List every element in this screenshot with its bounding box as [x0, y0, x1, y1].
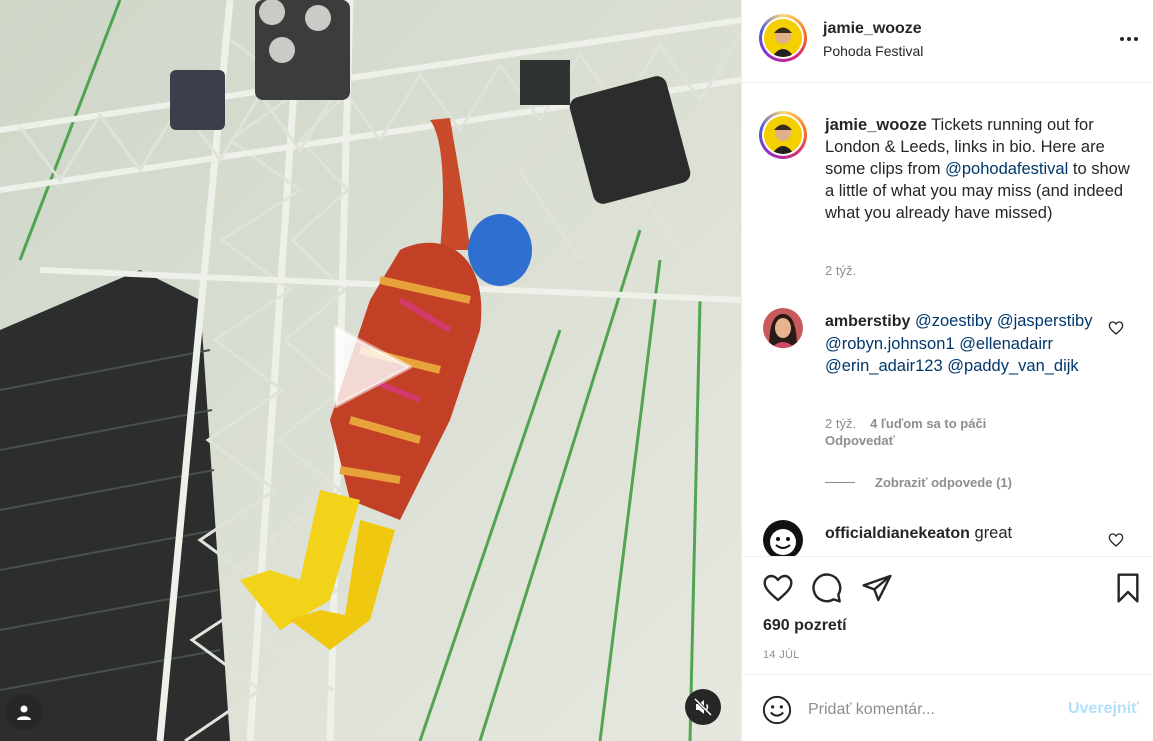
more-options-button[interactable]: [1116, 28, 1142, 50]
caption-text: jamie_wooze Tickets running out for Lond…: [825, 114, 1130, 224]
paper-plane-icon[interactable]: [861, 572, 893, 604]
comment-text: officialdianekeaton great: [825, 522, 1105, 545]
post-sidebar: jamie_wooze Pohoda Festival jamie_wooze …: [741, 0, 1153, 741]
post-video[interactable]: [0, 0, 741, 741]
comment-avatar[interactable]: [763, 308, 803, 348]
comment-likes[interactable]: 4 ľuďom sa to páči: [870, 416, 986, 431]
comment-mention[interactable]: @erin_adair123: [825, 357, 943, 375]
comment-meta: 2 týž. 4 ľuďom sa to páči: [825, 416, 986, 431]
post-comment-button[interactable]: Uverejniť: [1068, 700, 1139, 718]
caption-time[interactable]: 2 týž.: [825, 263, 856, 278]
avatar-image: [764, 116, 802, 154]
comment-avatar[interactable]: [763, 520, 803, 556]
comment-body: great: [974, 524, 1013, 542]
reply-button[interactable]: Odpovedať: [825, 433, 895, 448]
tagged-users-button[interactable]: [6, 694, 42, 730]
comment-mention[interactable]: @ellenadairr: [959, 335, 1053, 353]
avatar-image: [763, 520, 803, 556]
author-username[interactable]: jamie_wooze: [823, 20, 922, 38]
view-replies-label: Zobraziť odpovede (1): [875, 475, 1012, 490]
comments-list[interactable]: jamie_wooze Tickets running out for Lond…: [742, 84, 1153, 556]
author-avatar[interactable]: [759, 14, 807, 62]
comment-mention[interactable]: @zoestiby: [915, 312, 992, 330]
divider-line: [825, 482, 855, 483]
avatar-image: [764, 19, 802, 57]
comment-input[interactable]: [808, 697, 1058, 723]
emoji-icon[interactable]: [762, 695, 792, 725]
play-button[interactable]: [328, 322, 418, 412]
avatar-image: [763, 308, 803, 348]
post-actions: 690 pozretí 14 JÚL: [742, 556, 1153, 674]
user-icon: [17, 705, 31, 720]
comment-text: amberstiby @zoestiby @jasperstiby @robyn…: [825, 310, 1105, 377]
comment-time[interactable]: 2 týž.: [825, 416, 856, 431]
comment-composer: Uverejniť: [742, 674, 1153, 741]
caption-avatar[interactable]: [759, 111, 807, 159]
bookmark-icon[interactable]: [1112, 572, 1144, 604]
muted-speaker-icon: [694, 698, 712, 716]
comment-mention[interactable]: @jasperstiby: [997, 312, 1093, 330]
post-header: jamie_wooze Pohoda Festival: [742, 0, 1153, 83]
heart-icon[interactable]: [762, 572, 794, 604]
caption-mention[interactable]: @pohodafestival: [945, 160, 1068, 178]
view-replies-button[interactable]: Zobraziť odpovede (1): [825, 475, 1012, 490]
caption-username[interactable]: jamie_wooze: [825, 116, 927, 134]
mute-button[interactable]: [685, 689, 721, 725]
post-date[interactable]: 14 JÚL: [763, 649, 800, 661]
comment-icon[interactable]: [811, 572, 843, 604]
view-count[interactable]: 690 pozretí: [763, 617, 847, 635]
comment-mention[interactable]: @robyn.johnson1: [825, 335, 955, 353]
comment-username[interactable]: amberstiby: [825, 313, 910, 330]
comment-like-icon[interactable]: [1108, 532, 1124, 548]
post-location[interactable]: Pohoda Festival: [823, 43, 923, 59]
comment-like-icon[interactable]: [1108, 320, 1124, 336]
comment-mention[interactable]: @paddy_van_dijk: [947, 357, 1078, 375]
more-options-icon: [1120, 37, 1124, 41]
comment-username[interactable]: officialdianekeaton: [825, 525, 970, 542]
play-icon: [334, 326, 412, 408]
